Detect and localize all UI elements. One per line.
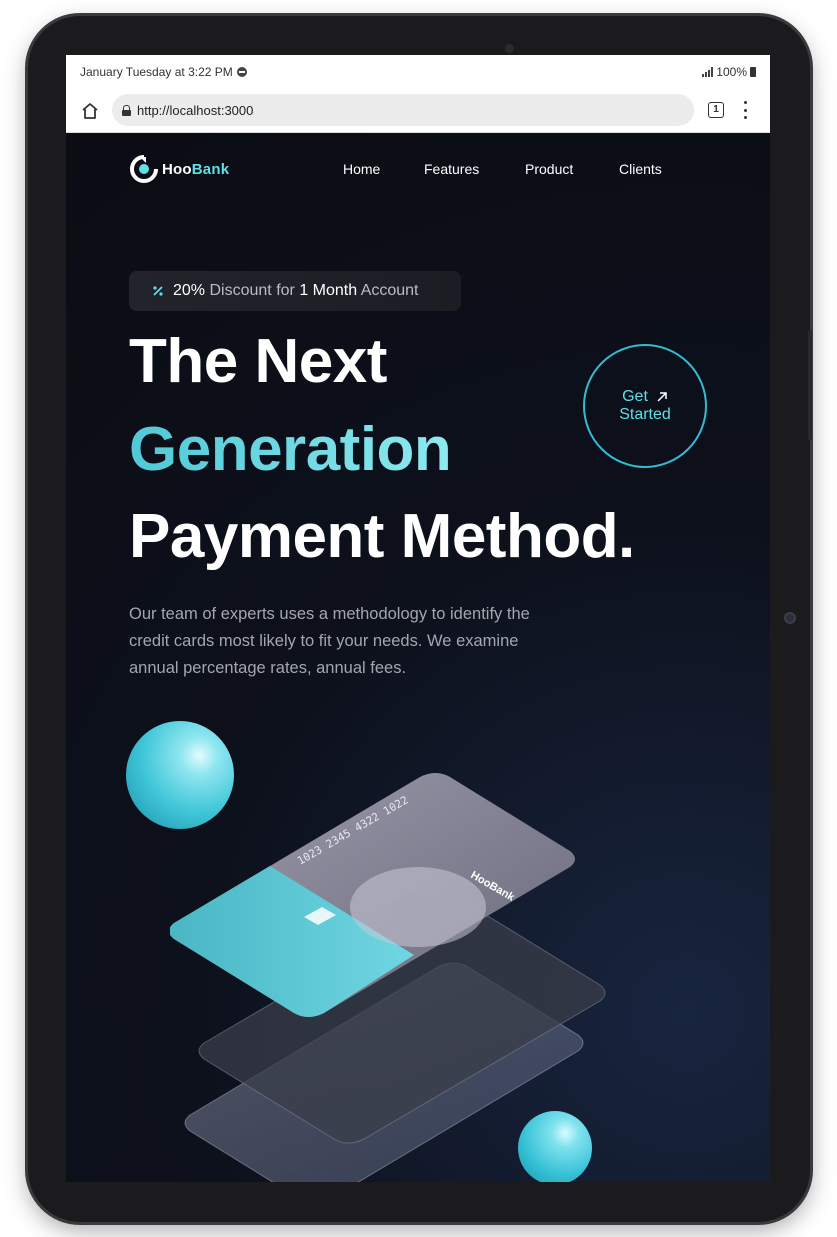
get-started-label-2: Started [619,406,671,423]
get-started-button[interactable]: Get Started [583,344,707,468]
home-icon[interactable] [80,101,100,121]
nav-product[interactable]: Product [525,161,573,177]
promo-duration: 1 Month [299,282,358,299]
promo-percent: 20% [173,282,206,299]
screen: January Tuesday at 3:22 PM 100% http://l… [66,55,770,1182]
address-bar[interactable]: http://localhost:3000 [112,94,694,126]
battery-icon [750,67,756,77]
tab-switcher-button[interactable]: 1 [708,102,724,118]
more-options-icon[interactable] [742,101,748,119]
promo-text-account: Account [360,282,419,299]
promo-text-discount: Discount [209,282,272,299]
hero-description: Our team of experts uses a methodology t… [129,605,530,677]
status-bar: January Tuesday at 3:22 PM 100% [66,55,770,89]
url-text: http://localhost:3000 [137,102,254,118]
volume-button [808,330,812,440]
fingerprint-sensor [784,612,796,624]
discount-badge: 20% Discount for 1 Month Account [129,271,461,311]
promo-text-for: for [276,282,295,299]
headline-line-2: Generation [129,415,452,484]
headline-line-1: The Next [129,327,387,396]
nav-home[interactable]: Home [343,161,380,177]
main-nav: Home Features Product Clients [66,161,770,181]
arrow-up-right-icon [657,392,667,402]
webpage: HooBank Home Features Product Clients 20… [66,133,770,1182]
lock-icon [122,104,131,116]
nav-features[interactable]: Features [424,161,479,177]
discount-icon [151,284,165,298]
get-started-label-1: Get [622,388,648,405]
do-not-disturb-icon [236,67,247,77]
nav-clients[interactable]: Clients [619,161,662,177]
signal-icon [702,67,714,77]
browser-toolbar: http://localhost:3000 1 [66,89,770,133]
headline-line-3: Payment Method. [129,502,635,571]
decorative-orb-small [518,1111,592,1182]
front-camera [505,44,514,53]
status-datetime: January Tuesday at 3:22 PM [80,65,233,79]
battery-percent: 100% [716,65,747,79]
